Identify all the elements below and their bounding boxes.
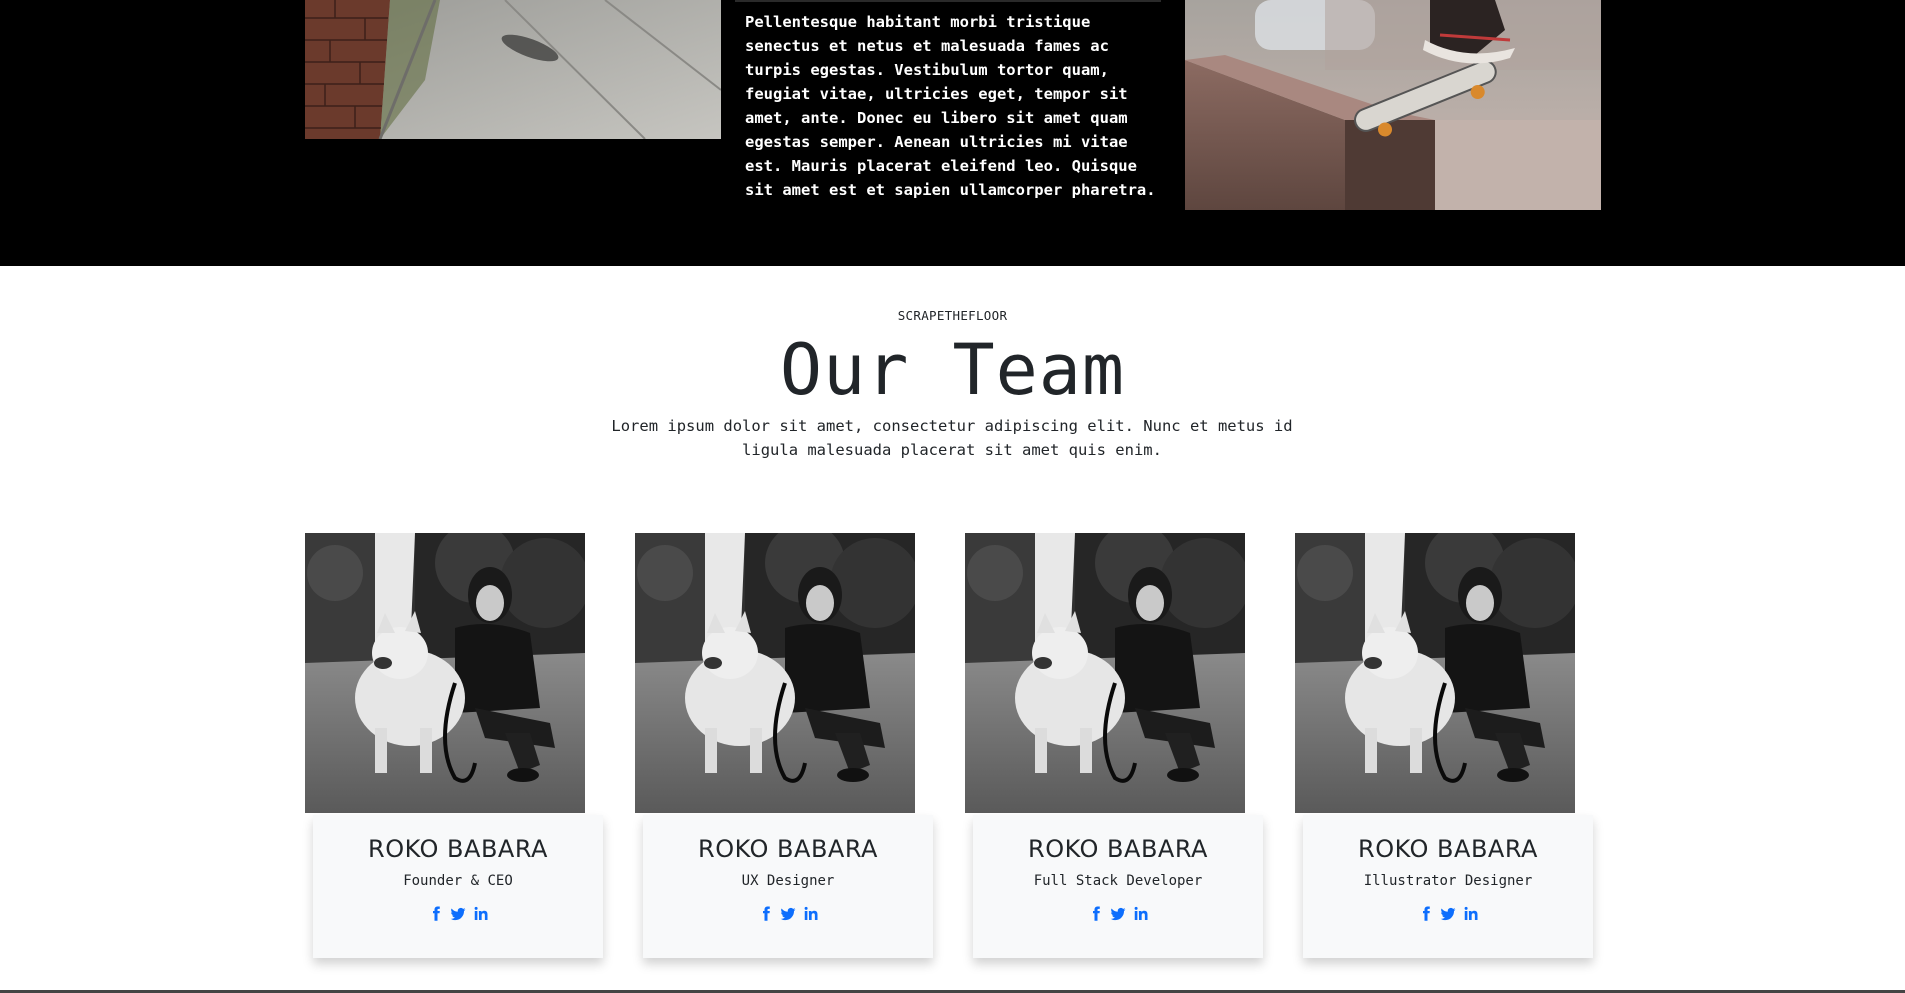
social-links — [1303, 905, 1593, 927]
linkedin-icon[interactable] — [1461, 905, 1479, 927]
team-eyebrow: SCRAPETHEFLOOR — [897, 308, 1008, 323]
twitter-icon[interactable] — [449, 905, 467, 927]
member-name: ROKO BABARA — [368, 835, 548, 863]
facebook-icon[interactable] — [1417, 905, 1435, 927]
twitter-icon[interactable] — [1439, 905, 1457, 927]
member-name: ROKO BABARA — [1028, 835, 1208, 863]
social-links — [313, 905, 603, 927]
feature-section: Pellentesque habitant morbi tristique se… — [0, 0, 1905, 266]
team-card: ROKO BABARA Full Stack Developer — [965, 533, 1263, 958]
team-card: ROKO BABARA Founder & CEO — [305, 533, 603, 958]
member-role: Full Stack Developer — [1033, 873, 1203, 889]
facebook-icon[interactable] — [1087, 905, 1105, 927]
intro-paragraph: Pellentesque habitant morbi tristique se… — [745, 13, 1156, 199]
member-photo — [305, 533, 585, 813]
facebook-icon[interactable] — [757, 905, 775, 927]
member-info: ROKO BABARA UX Designer — [643, 815, 933, 958]
member-role: Founder & CEO — [403, 873, 513, 889]
sidewalk-photo — [305, 0, 721, 139]
team-title: Our Team — [779, 329, 1126, 411]
team-card: ROKO BABARA UX Designer — [635, 533, 933, 958]
member-photo — [1295, 533, 1575, 813]
member-info: ROKO BABARA Illustrator Designer — [1303, 815, 1593, 958]
team-card: ROKO BABARA Illustrator Designer — [1295, 533, 1593, 958]
linkedin-icon[interactable] — [471, 905, 489, 927]
member-photo — [965, 533, 1245, 813]
linkedin-icon[interactable] — [1131, 905, 1149, 927]
member-role: Illustrator Designer — [1363, 873, 1533, 889]
social-links — [973, 905, 1263, 927]
member-info: ROKO BABARA Founder & CEO — [313, 815, 603, 958]
social-links — [643, 905, 933, 927]
member-info: ROKO BABARA Full Stack Developer — [973, 815, 1263, 958]
member-name: ROKO BABARA — [1358, 835, 1538, 863]
text-top-rule — [735, 0, 1161, 2]
linkedin-icon[interactable] — [801, 905, 819, 927]
member-role: UX Designer — [741, 873, 835, 889]
member-photo — [635, 533, 915, 813]
twitter-icon[interactable] — [1109, 905, 1127, 927]
twitter-icon[interactable] — [779, 905, 797, 927]
skateboard-photo — [1185, 0, 1601, 210]
member-name: ROKO BABARA — [698, 835, 878, 863]
facebook-icon[interactable] — [427, 905, 445, 927]
team-lead: Lorem ipsum dolor sit amet, consectetur … — [611, 417, 1293, 459]
